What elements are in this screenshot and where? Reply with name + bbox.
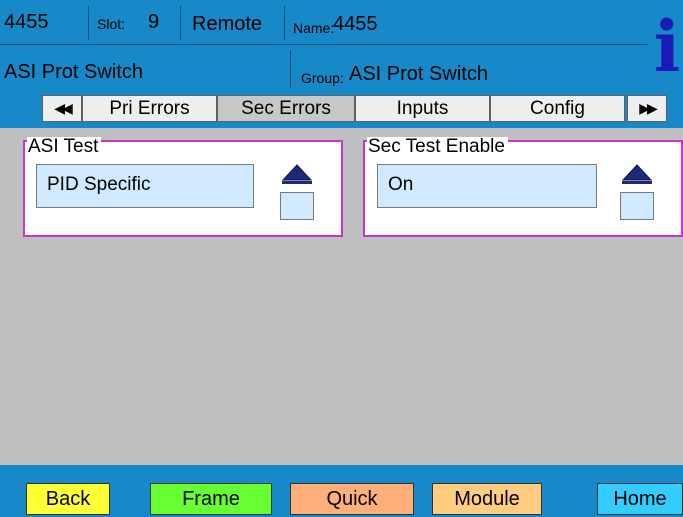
group-label: Group:: [301, 70, 344, 86]
header-divider: [290, 50, 291, 88]
slot-value: 9: [148, 11, 160, 33]
tab-inputs[interactable]: Inputs: [355, 95, 490, 122]
asi-test-up-arrow-icon[interactable]: [281, 162, 313, 186]
device-id: 4455: [4, 11, 49, 33]
sec-test-enable-group: Sec Test Enable On: [363, 137, 683, 237]
home-button[interactable]: Home: [597, 483, 683, 515]
sec-test-enable-down-button[interactable]: [620, 192, 654, 220]
asi-test-title: ASI Test: [27, 137, 102, 157]
mode-label: Remote: [192, 13, 263, 35]
name-value: 4455: [333, 13, 378, 35]
header-divider: [284, 6, 285, 40]
info-icon[interactable]: i: [651, 8, 683, 86]
tab-pri-errors[interactable]: Pri Errors: [82, 95, 217, 122]
group-value: ASI Prot Switch: [349, 63, 488, 85]
quick-button[interactable]: Quick: [290, 483, 414, 515]
card-type: ASI Prot Switch: [4, 61, 143, 83]
back-button[interactable]: Back: [26, 483, 110, 515]
header-divider: [180, 6, 181, 40]
asi-test-value-field[interactable]: PID Specific: [36, 164, 254, 208]
frame-button[interactable]: Frame: [150, 483, 272, 515]
content-area: ASI Test PID Specific Sec Test Enable On: [0, 128, 683, 465]
name-label: Name:: [293, 20, 335, 36]
tab-scroll-left-button[interactable]: ◀◀: [42, 95, 82, 122]
slot-label: Slot:: [97, 16, 126, 32]
sec-test-enable-value-field[interactable]: On: [377, 164, 597, 208]
module-button[interactable]: Module: [432, 483, 542, 515]
asi-test-group: ASI Test PID Specific: [23, 137, 343, 237]
footer-bar: Back Frame Quick Module Home: [0, 465, 683, 517]
header-bar: 4455 Slot: 9 Remote Name: 4455 ASI Prot …: [0, 0, 683, 92]
tab-sec-errors[interactable]: Sec Errors: [217, 95, 355, 122]
sec-test-enable-title: Sec Test Enable: [367, 137, 508, 157]
sec-test-enable-up-arrow-icon[interactable]: [621, 162, 653, 186]
header-row-divider: [0, 44, 648, 45]
tab-bar: ◀◀ Pri Errors Sec Errors Inputs Config ▶…: [0, 92, 683, 128]
tab-scroll-right-button[interactable]: ▶▶: [627, 95, 667, 122]
header-divider: [88, 6, 89, 40]
tab-config[interactable]: Config: [490, 95, 625, 122]
asi-test-down-button[interactable]: [280, 192, 314, 220]
